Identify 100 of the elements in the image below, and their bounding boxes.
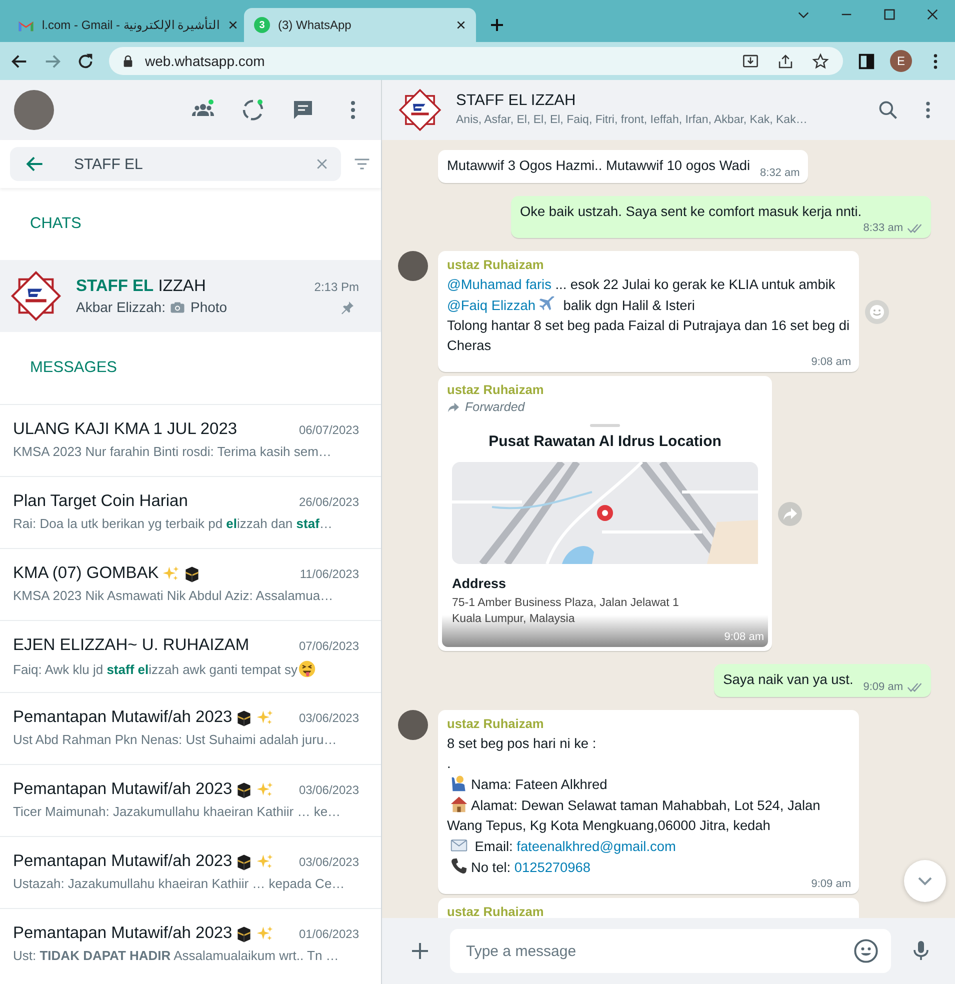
tongue-face-icon	[298, 660, 316, 678]
kaaba-icon	[182, 564, 201, 582]
message-result[interactable]: Pemantapan Mutawif/ah 2023 03/06/2023 Ustazah: Jazakumullahu khaeiran Kathiir … kepada Ce…	[0, 836, 381, 908]
chat-title: EJEN ELIZZAH~ U. RUHAIZAM	[13, 636, 250, 655]
search-icon[interactable]	[877, 99, 899, 121]
message-date: 07/06/2023	[298, 638, 359, 652]
close-icon[interactable]	[228, 20, 238, 30]
new-chat-icon[interactable]	[291, 98, 315, 122]
message-link[interactable]: 0125270968	[514, 860, 590, 875]
sparkles-icon	[256, 780, 274, 798]
message-field[interactable]: Type a message	[450, 929, 891, 973]
message-link[interactable]: @Muhamad faris	[447, 277, 552, 292]
reload-icon[interactable]	[76, 52, 95, 70]
message-result[interactable]: Plan Target Coin Harian 26/06/2023 Rai: Doa la utk berikan yg terbaik pd elizzah dan staf…	[0, 476, 381, 548]
message-preview: KMSA 2023 Nik Asmawati Nik Abdul Aziz: Assalamua…	[13, 588, 334, 603]
message-date: 03/06/2023	[298, 782, 359, 796]
kaaba-icon	[235, 924, 254, 942]
side-panel-icon[interactable]	[857, 52, 876, 70]
chat-time: 2:13 Pm	[314, 280, 359, 294]
forwarded-label: Forwarded	[465, 400, 525, 414]
chat-title: Pemantapan Mutawif/ah 2023	[13, 852, 232, 871]
message-preview: Ticer Maimunah: Jazakumullahu khaeiran Kathiir … ke…	[13, 804, 341, 819]
tab-title: l.com - Gmail - التأشيرة الإلكترونية	[42, 18, 220, 32]
message-text: @Muhamad faris ... esok 22 Julai ko gerak ke KLIA untuk ambik @Faiq Elizzah balik dgn Halil & Isteri Tolong hantar 8 set beg pada Faizal di Putrajaya dan 16 set beg di Cheras	[447, 276, 851, 355]
message-preview: Faiq: Awk klu jd staff elizzah awk ganti tempat sy	[13, 662, 298, 676]
message-result[interactable]: KMA (07) GOMBAK 11/06/2023 KMSA 2023 Nik Asmawati Nik Abdul Aziz: Assalamua…	[0, 548, 381, 620]
kaaba-icon	[235, 852, 254, 870]
chat-title: ULANG KAJI KMA 1 JUL 2023	[13, 420, 238, 439]
close-icon[interactable]	[926, 8, 939, 21]
chat-title: KMA (07) GOMBAK	[13, 564, 159, 583]
chat-title: STAFF EL IZZAH	[76, 277, 207, 296]
close-icon[interactable]	[456, 20, 466, 30]
share-icon[interactable]	[777, 52, 794, 70]
message-result[interactable]: Pemantapan Mutawif/ah 2023 03/06/2023 Ust Abd Rahman Pkn Nenas: Ust Suhaimi adalah juru…	[0, 692, 381, 764]
notification-badge: 3	[254, 17, 270, 33]
message-time: 9:09 am	[863, 681, 903, 693]
message-text: 8 set beg pos hari ni ke : . Nama: Fateen Alkhred Alamat: Dewan Selawat taman Mahabbah, Lot 524, Jalan Wang Tepus, Kg Kota Mengkuang,06000 Jitra, kedah Email: fateenalkhred@gmail.com No tel: 0125270968	[447, 735, 822, 877]
chat-title: Pemantapan Mutawif/ah 2023	[13, 924, 232, 943]
chat-title: Plan Target Coin Harian	[13, 492, 188, 511]
message-date: 11/06/2023	[300, 566, 359, 580]
message-time: 9:08 am	[724, 631, 764, 643]
message-date: 03/06/2023	[298, 710, 359, 724]
install-icon[interactable]	[742, 52, 759, 70]
forward-arrow-icon	[447, 402, 460, 412]
avatar-photo[interactable]	[398, 251, 428, 281]
message-date: 26/06/2023	[298, 494, 359, 508]
message-result[interactable]: Pemantapan Mutawif/ah 2023 01/06/2023 Ust: TIDAK DAPAT HADIR Assalamualaikum wrt.. Tn …	[0, 908, 381, 980]
message-time: 9:08 am	[811, 356, 851, 368]
address-line: Kuala Lumpur, Malaysia	[451, 612, 576, 627]
kaaba-icon	[235, 780, 254, 798]
phone-icon	[450, 857, 468, 875]
message-time: 9:09 am	[811, 878, 851, 890]
new-tab-icon[interactable]	[490, 18, 504, 32]
message-time: 8:32 am	[760, 167, 800, 179]
message-result[interactable]: EJEN ELIZZAH~ U. RUHAIZAM 07/06/2023 Faiq: Awk klu jd staff elizzah awk ganti tempat sy	[0, 620, 381, 692]
address-bar[interactable]: web.whatsapp.com	[109, 47, 843, 75]
chat-item[interactable]: STAFF EL IZZAH 2:13 Pm Akbar Elizzah: Photo	[0, 260, 381, 332]
profile-avatar[interactable]: E	[890, 50, 912, 72]
browser-tab[interactable]: 3 (3) WhatsApp	[244, 8, 476, 42]
message-preview: Rai: Doa la utk berikan yg terbaik pd elizzah dan staf…	[13, 516, 332, 531]
search-input[interactable]: STAFF EL	[74, 156, 315, 172]
avatar-photo[interactable]	[398, 710, 428, 740]
lock-icon	[123, 55, 133, 67]
person-icon	[450, 774, 468, 792]
maximize-icon[interactable]	[883, 8, 896, 21]
message-date: 06/07/2023	[298, 422, 359, 436]
smiley-icon[interactable]	[853, 938, 879, 964]
tab-title: (3) WhatsApp	[278, 18, 352, 32]
message-preview: Ust Abd Rahman Pkn Nenas: Ust Suhaimi adalah juru…	[13, 732, 337, 747]
chat-name[interactable]: STAFF EL IZZAH	[456, 92, 859, 110]
sparkles-icon	[256, 708, 274, 726]
member-list: Anis, Asfar, El, El, El, Faiq, Fitri, front, Ieffah, Irfan, Akbar, Kak, Kak…	[456, 114, 808, 126]
preview-sender: Akbar Elizzah:	[76, 299, 166, 315]
sparkles-icon	[256, 924, 274, 942]
star-icon[interactable]	[812, 52, 829, 70]
message-date: 01/06/2023	[298, 926, 359, 940]
chat-title: Pemantapan Mutawif/ah 2023	[13, 708, 232, 727]
address-label: Address	[451, 576, 508, 591]
chat-title: Pemantapan Mutawif/ah 2023	[13, 780, 232, 799]
preview-text: Photo	[190, 299, 228, 315]
message-preview: Ustazah: Jazakumullahu khaeiran Kathiir … kepada Ce…	[13, 876, 345, 891]
kaaba-icon	[235, 708, 254, 726]
message-link[interactable]: fateenalkhred@gmail.com	[516, 839, 676, 854]
url-text: web.whatsapp.com	[145, 53, 266, 69]
status-icon[interactable]	[241, 98, 265, 122]
profile-photo[interactable]	[14, 90, 54, 130]
message-text: Mutawwif 3 Ogos Hazmi.. Mutawwif 10 ogos Wadi	[447, 157, 750, 175]
message-time: 8:33 am	[863, 222, 903, 234]
address-line: 75-1 Amber Business Plaza, Jalan Jelawat 1	[451, 596, 680, 611]
message-text: Saya naik van ya ust.	[723, 671, 854, 689]
message-link[interactable]: @Faiq Elizzah	[447, 298, 536, 313]
message-input[interactable]: Type a message	[466, 942, 853, 960]
browser-tab[interactable]: l.com - Gmail - التأشيرة الإلكترونية	[8, 8, 240, 42]
message-preview: Ust: TIDAK DAPAT HADIR Assalamualaikum wrt.. Tn …	[13, 948, 339, 963]
sparkles-icon	[162, 564, 180, 582]
message-result[interactable]: Pemantapan Mutawif/ah 2023 03/06/2023 Ticer Maimunah: Jazakumullahu khaeiran Kathiir … ke…	[0, 764, 381, 836]
message-result[interactable]: ULANG KAJI KMA 1 JUL 2023 06/07/2023 KMSA 2023 Nur farahin Binti rosdi: Terima kasih sem…	[0, 404, 381, 476]
message-text: Oke baik ustzah. Saya sent ke comfort masuk kerja nnti.	[520, 203, 862, 221]
sparkles-icon	[256, 852, 274, 870]
search-field[interactable]: STAFF EL	[10, 147, 341, 181]
